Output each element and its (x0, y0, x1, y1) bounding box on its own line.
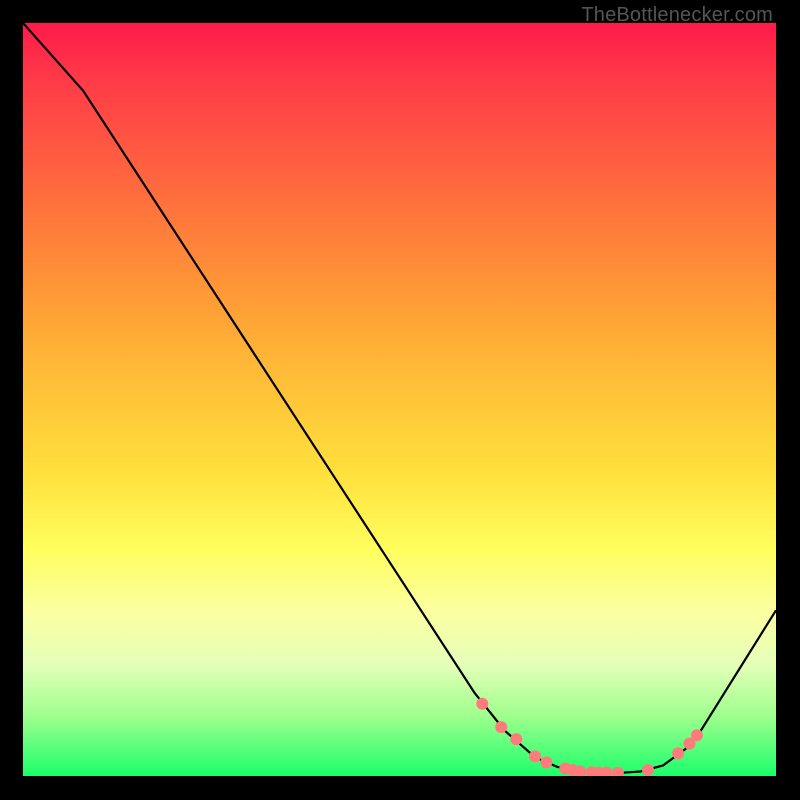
data-point (529, 750, 541, 762)
data-point (510, 733, 522, 745)
data-point (612, 767, 624, 776)
curve-line (23, 23, 776, 773)
data-point (642, 764, 654, 776)
chart-area (23, 23, 776, 776)
data-point (672, 747, 684, 759)
data-point (476, 698, 488, 710)
chart-svg (23, 23, 776, 776)
data-point (691, 729, 703, 741)
data-point (495, 721, 507, 733)
data-point (540, 756, 552, 768)
